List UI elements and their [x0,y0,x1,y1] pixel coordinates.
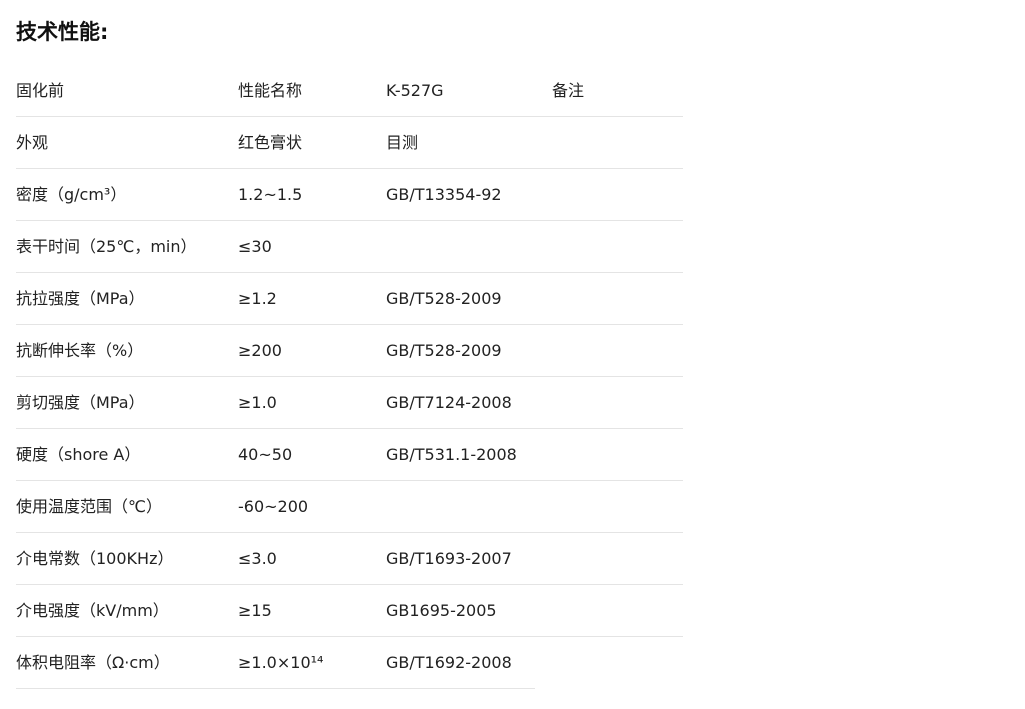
table-cell: ≤3.0 [238,549,277,568]
spec-table: 固化前 性能名称 K-527G 备注 外观 红色膏状 目测密度（g/cm³） 1.2~… [16,65,683,689]
table-cell: 介电常数（100KHz） [16,549,174,568]
table-cell: 红色膏状 [238,133,303,152]
table-row: 使用温度范围（℃） -60~200 [16,481,683,533]
table-cell: ≥1.0 [238,393,277,412]
table-header-row: 固化前 性能名称 K-527G 备注 [16,65,683,117]
table-cell: ≥200 [238,341,282,360]
table-cell: GB/T7124-2008 [386,393,512,412]
table-cell: GB/T1692-2008 [386,653,512,672]
table-cell: ≥1.2 [238,289,277,308]
table-cell: 目测 [386,133,419,152]
table-row: 密度（g/cm³） 1.2~1.5 GB/T13354-92 [16,169,683,221]
table-cell: 抗断伸长率（%） [16,341,144,360]
table-cell: GB/T13354-92 [386,185,502,204]
table-row: 外观 红色膏状 目测 [16,117,683,169]
table-row: 介电常数（100KHz） ≤3.0 GB/T1693-2007 [16,533,683,585]
table-cell: ≤30 [238,237,272,256]
table-row: 体积电阻率（Ω·cm） ≥1.0×10¹⁴ GB/T1692-2008 [16,637,535,689]
table-cell: 1.2~1.5 [238,185,303,204]
table-row: 抗拉强度（MPa） ≥1.2 GB/T528-2009 [16,273,683,325]
table-cell: 使用温度范围（℃） [16,497,162,516]
table-row: 剪切强度（MPa） ≥1.0 GB/T7124-2008 [16,377,683,429]
table-row: 硬度（shore A） 40~50 GB/T531.1-2008 [16,429,683,481]
table-cell: 40~50 [238,445,293,464]
table-row: 抗断伸长率（%） ≥200 GB/T528-2009 [16,325,683,377]
header-cell: K-527G [386,81,444,100]
table-row: 表干时间（25℃，min） ≤30 [16,221,683,273]
table-cell: ≥15 [238,601,272,620]
table-cell: ≥1.0×10¹⁴ [238,653,324,672]
header-cell: 性能名称 [238,81,303,100]
table-cell: 表干时间（25℃，min） [16,237,197,256]
table-cell: 外观 [16,133,49,152]
table-cell: 体积电阻率（Ω·cm） [16,653,170,672]
table-cell: -60~200 [238,497,309,516]
table-cell: GB/T531.1-2008 [386,445,517,464]
table-body: 外观 红色膏状 目测密度（g/cm³） 1.2~1.5 GB/T13354-92 表干时间… [16,117,683,689]
table-cell: GB/T1693-2007 [386,549,512,568]
page-title: 技术性能: [16,20,109,44]
table-cell: 介电强度（kV/mm） [16,601,169,620]
table-cell: 剪切强度（MPa） [16,393,145,412]
table-cell: GB/T528-2009 [386,289,502,308]
table-cell: GB/T528-2009 [386,341,502,360]
table-cell: 密度（g/cm³） [16,185,127,204]
table-cell: 抗拉强度（MPa） [16,289,145,308]
table-cell: GB1695-2005 [386,601,497,620]
table-cell: 硬度（shore A） [16,445,141,464]
header-cell: 固化前 [16,81,65,100]
header-cell: 备注 [552,81,585,100]
table-row: 介电强度（kV/mm） ≥15 GB1695-2005 [16,585,683,637]
